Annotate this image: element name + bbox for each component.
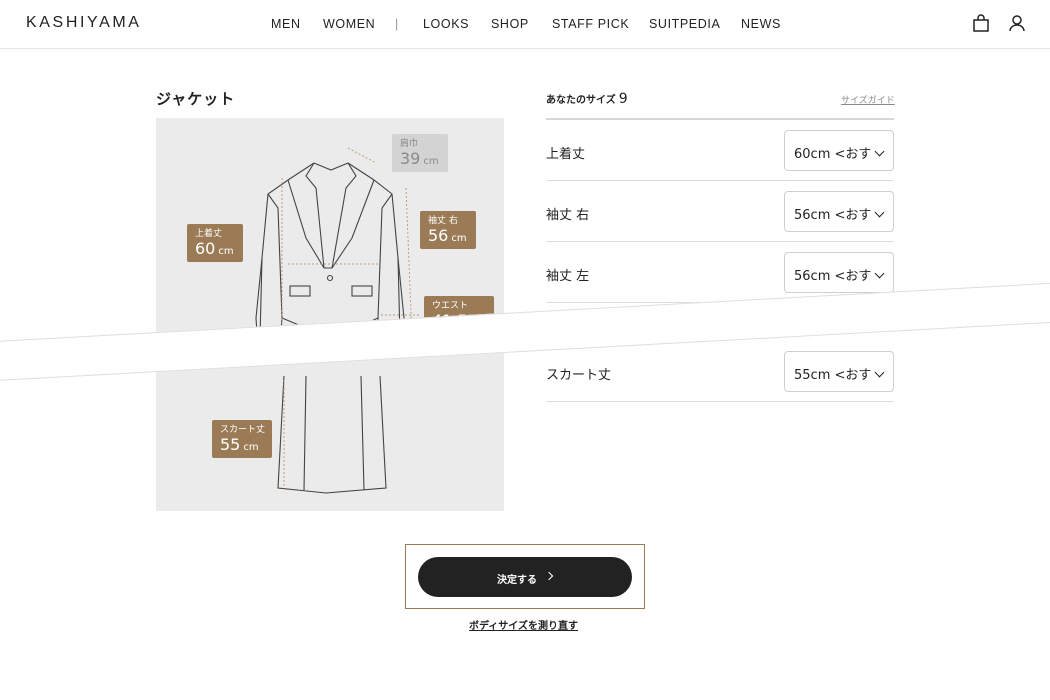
shoulder-width-number: 39 [400,149,421,168]
sleeve-right-select[interactable]: 56cm <おす [784,191,894,232]
shoulder-width-value: 39 cm [400,151,439,167]
nav-news[interactable]: NEWS [741,17,781,31]
skirt-length-unit: cm [243,442,259,453]
shoulder-width-tag: 肩巾 39 cm [392,134,448,172]
your-size: あなたのサイズ 9 [546,91,628,107]
sleeve-left-select[interactable]: 56cm <おす [784,252,894,293]
size-row-label: 上着丈 [546,147,586,162]
skirt-length-label: スカート丈 [220,425,266,435]
garment-title: ジャケット [156,90,236,108]
select-value: 56cm <おす [794,208,872,223]
skirt-length-select[interactable]: 55cm <おす [784,351,894,392]
chevron-right-icon [544,571,554,581]
skirt-length-number: 55 [220,435,241,454]
shoulder-width-label: 肩巾 [400,139,419,149]
chevron-down-icon [874,268,885,279]
garment-illustration: 肩巾 39cm 上着丈 60cm 袖丈 右 56cm ウエスト 41.5cm ス… [156,118,504,511]
sleeve-right-tag: 袖丈 右 56 cm [420,211,476,249]
nav-looks[interactable]: LOOKS [423,17,469,31]
sleeve-right-value: 56 cm [428,228,467,244]
select-value: 56cm <おす [794,269,872,284]
sleeve-right-unit: cm [451,233,467,244]
nav-separator: | [395,17,399,31]
user-icon[interactable] [1008,14,1026,32]
your-size-value: 9 [618,91,628,107]
jacket-length-label: 上着丈 [195,229,223,239]
size-row-label: 袖丈 左 [546,269,590,284]
jacket-length-number: 60 [195,239,216,258]
waist-label: ウエスト [432,301,469,311]
sleeve-right-number: 56 [428,226,449,245]
size-row-sleeve-right: 袖丈 右 56cm <おす [546,181,894,242]
confirm-button-label: 決定する [497,575,537,586]
your-size-label: あなたのサイズ [546,95,616,106]
size-row-label: スカート丈 [546,368,612,383]
select-value: 60cm <おす [794,147,872,162]
jacket-length-tag: 上着丈 60 cm [187,224,243,262]
site-header: KASHIYAMA MEN WOMEN | LOOKS SHOP STAFF P… [0,0,1050,49]
chevron-down-icon [874,207,885,218]
jacket-length-value: 60 cm [195,241,234,257]
nav-women[interactable]: WOMEN [323,17,375,31]
remeasure-link[interactable]: ボディサイズを測り直す [469,617,578,632]
nav-suitpedia[interactable]: SUITPEDIA [649,17,720,31]
jacket-length-select[interactable]: 60cm <おす [784,130,894,171]
chevron-down-icon [874,146,885,157]
shoulder-width-unit: cm [423,156,439,167]
nav-staff-pick[interactable]: STAFF PICK [552,17,629,31]
size-row-label: 袖丈 右 [546,208,590,223]
size-row-skirt-length: スカート丈 55cm <おす [546,341,894,402]
select-value: 55cm <おす [794,368,872,383]
size-guide-link[interactable]: サイズガイド [841,93,895,106]
size-row-jacket-length: 上着丈 60cm <おす [546,120,894,181]
skirt-length-value: 55 cm [220,437,259,453]
confirm-button[interactable]: 決定する [418,557,632,597]
chevron-down-icon [874,367,885,378]
jacket-length-unit: cm [218,246,234,257]
skirt-length-tag: スカート丈 55 cm [212,420,272,458]
nav-shop[interactable]: SHOP [491,17,529,31]
nav-men[interactable]: MEN [271,17,301,31]
shopping-bag-icon[interactable] [972,14,990,32]
sleeve-right-label: 袖丈 右 [428,216,458,226]
main-nav: MEN WOMEN | LOOKS SHOP STAFF PICK SUITPE… [0,17,1050,33]
